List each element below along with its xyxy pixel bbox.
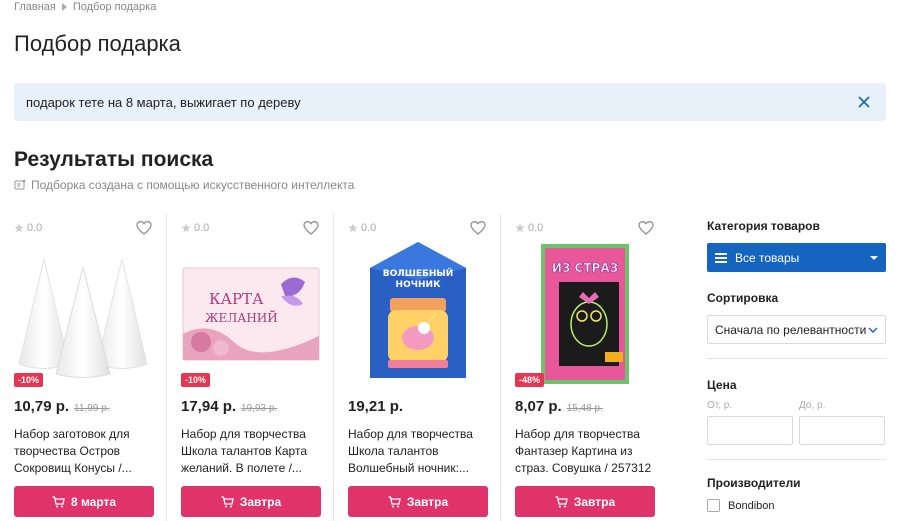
rating-value: 0.0 <box>194 222 210 234</box>
star-icon <box>515 223 525 233</box>
query-box: подарок тете на 8 марта, выжигает по дер… <box>14 83 886 121</box>
rating-value: 0.0 <box>361 222 377 234</box>
product-name[interactable]: Набор для творчества Фантазер Картина из… <box>515 426 655 477</box>
delivery-label: Завтра <box>573 494 616 509</box>
cart-icon <box>388 495 401 507</box>
heart-icon[interactable] <box>470 220 486 236</box>
discount-badge: -48% <box>515 373 545 387</box>
product-card[interactable]: 0.0 ИЗ СТРАЗ -48% 8,07 р. 15,48 р. Набор… <box>501 214 668 521</box>
price-to-field: До, р. <box>799 400 885 445</box>
sort-value: Сначала по релевантности <box>715 322 867 337</box>
query-text: подарок тете на 8 марта, выжигает по дер… <box>26 94 301 110</box>
box-text-night: НОЧНИК <box>396 280 442 290</box>
divider <box>707 459 886 460</box>
star-icon <box>14 223 24 233</box>
close-icon <box>858 96 870 108</box>
add-to-cart-button[interactable]: Завтра <box>515 486 655 517</box>
product-name[interactable]: Набор заготовок для творчества Остров Со… <box>14 426 154 477</box>
add-to-cart-button[interactable]: Завтра <box>181 486 321 517</box>
rating: 0.0 <box>515 222 543 234</box>
price-row: 19,21 р. <box>348 398 403 415</box>
price: 17,94 р. <box>181 398 237 415</box>
heart-icon[interactable] <box>638 220 654 236</box>
cart-icon <box>221 495 234 507</box>
heart-icon[interactable] <box>136 220 152 236</box>
category-title: Категория товаров <box>707 219 820 233</box>
caret-down-icon <box>870 255 878 260</box>
delivery-label: Завтра <box>406 494 449 509</box>
page-title: Подбор подарка <box>14 31 181 56</box>
old-price: 11,99 р. <box>74 403 110 414</box>
delivery-label: Завтра <box>239 494 282 509</box>
price-row: 8,07 р. 15,48 р. <box>515 398 603 415</box>
cart-icon <box>555 495 568 507</box>
box-text-wishes: ЖЕЛАНИЙ <box>205 309 278 325</box>
discount-badge: -10% <box>181 373 211 387</box>
brands-title: Производители <box>707 476 801 490</box>
breadcrumb-arrow-icon <box>61 3 67 11</box>
price-to-label: До, р. <box>799 400 826 411</box>
brand-checkbox[interactable] <box>707 499 720 512</box>
ai-note-text: Подборка создана с помощью искусственног… <box>31 178 355 192</box>
heart-icon[interactable] <box>303 220 319 236</box>
wish-card-box-image[interactable]: КАРТА ЖЕЛАНИЙ <box>181 240 321 388</box>
brand-label: Bondibon <box>728 499 775 512</box>
filters-sidebar: Категория товаров Все товары Сортировка … <box>707 214 886 512</box>
star-icon <box>348 223 358 233</box>
product-list: 0.0 -10% 10,79 р. 11,99 р. Набор заготов… <box>0 214 672 521</box>
rating: 0.0 <box>14 222 42 234</box>
delivery-label: 8 марта <box>70 494 117 509</box>
product-card[interactable]: 0.0 -10% 10,79 р. 11,99 р. Набор заготов… <box>0 214 167 521</box>
ai-note: Подборка создана с помощью искусственног… <box>14 178 354 192</box>
star-icon <box>181 223 191 233</box>
results-title: Результаты поиска <box>14 148 214 171</box>
clear-query-button[interactable] <box>854 92 874 112</box>
box-text-strass: ИЗ СТРАЗ <box>552 261 618 275</box>
product-name[interactable]: Набор для творчества Школа талантов Карт… <box>181 426 321 477</box>
sort-title: Сортировка <box>707 291 779 305</box>
add-to-cart-button[interactable]: 8 марта <box>14 486 154 517</box>
sort-select[interactable]: Сначала по релевантности <box>707 315 886 344</box>
product-card[interactable]: 0.0 ВОЛШЕБНЫЙ НОЧНИК 19,21 р. Набор для … <box>334 214 501 521</box>
rating: 0.0 <box>181 222 209 234</box>
price: 19,21 р. <box>348 398 404 415</box>
cart-icon <box>52 495 65 507</box>
product-card[interactable]: 0.0 КАРТА ЖЕЛАНИЙ -10% 17,94 р. 19,93 р.… <box>167 214 334 521</box>
price: 10,79 р. <box>14 398 70 415</box>
divider <box>707 358 886 359</box>
category-value: Все товары <box>735 250 800 265</box>
menu-icon <box>715 252 727 263</box>
breadcrumb: Главная Подбор подарка <box>14 1 156 13</box>
night-light-box-image[interactable]: ВОЛШЕБНЫЙ НОЧНИК <box>348 240 488 388</box>
ai-icon <box>14 179 26 190</box>
price: 8,07 р. <box>515 398 562 415</box>
price-to-input[interactable] <box>799 416 885 445</box>
price-title: Цена <box>707 378 737 392</box>
brand-option[interactable]: Bondibon <box>707 499 886 512</box>
old-price: 15,48 р. <box>566 403 603 414</box>
breadcrumb-current: Подбор подарка <box>72 1 157 13</box>
price-from-field: От, р. <box>707 400 793 445</box>
product-name[interactable]: Набор для творчества Школа талантов Волш… <box>348 426 488 477</box>
foam-cones-image[interactable] <box>14 240 154 388</box>
rhinestone-owl-box-image[interactable]: ИЗ СТРАЗ <box>515 240 655 388</box>
breadcrumb-home[interactable]: Главная <box>14 1 56 13</box>
price-row: 10,79 р. 11,99 р. <box>14 398 109 415</box>
box-text-card: КАРТА <box>209 290 264 308</box>
chevron-down-icon <box>868 327 878 333</box>
discount-badge: -10% <box>14 373 44 387</box>
box-text-magic: ВОЛШЕБНЫЙ <box>383 267 454 279</box>
category-select[interactable]: Все товары <box>707 243 886 272</box>
rating-value: 0.0 <box>528 222 544 234</box>
rating-value: 0.0 <box>27 222 43 234</box>
add-to-cart-button[interactable]: Завтра <box>348 486 488 517</box>
price-from-label: От, р. <box>707 400 733 411</box>
price-range: От, р. До, р. <box>707 400 886 445</box>
price-row: 17,94 р. 19,93 р. <box>181 398 277 415</box>
rating: 0.0 <box>348 222 376 234</box>
old-price: 19,93 р. <box>241 403 278 414</box>
price-from-input[interactable] <box>707 416 793 445</box>
